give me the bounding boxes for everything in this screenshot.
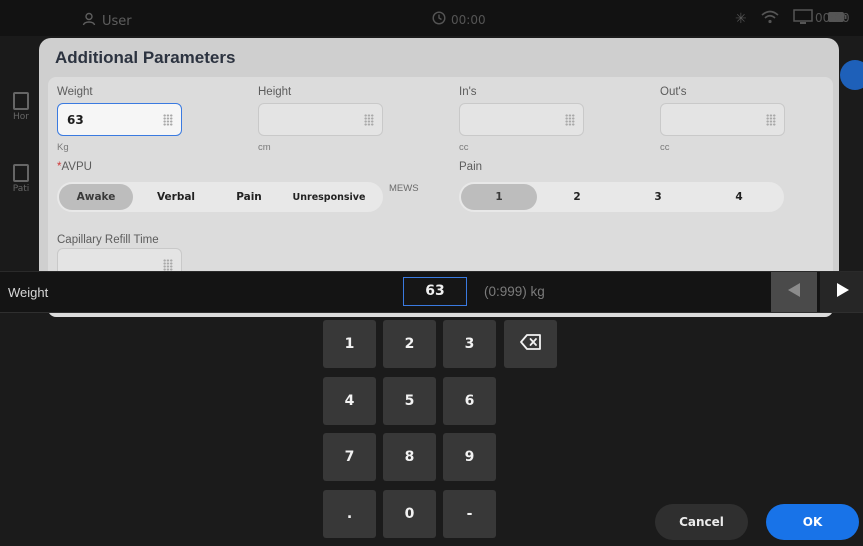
avpu-selector: Awake Verbal Pain Unresponsive: [57, 182, 383, 212]
sidebar-item-home[interactable]: Hor: [4, 92, 38, 122]
home-icon: [13, 92, 29, 110]
ins-unit: cc: [459, 142, 469, 153]
height-unit: cm: [258, 142, 271, 153]
key-9[interactable]: 9: [443, 433, 496, 481]
input-field-name: Weight: [8, 285, 49, 300]
weight-value: 63: [67, 113, 84, 127]
outs-label: Out's: [660, 86, 687, 98]
weight-field[interactable]: 63: [57, 103, 182, 136]
numeric-input-bar: Weight 63 (0:999) kg: [0, 271, 863, 313]
key-3[interactable]: 3: [443, 320, 496, 368]
avpu-label-text: AVPU: [61, 161, 92, 173]
avpu-option-awake[interactable]: Awake: [59, 184, 133, 210]
sidebar-item-patient[interactable]: Pati: [4, 164, 38, 194]
key-0[interactable]: 0: [383, 490, 436, 538]
user-indicator: User: [82, 12, 132, 30]
clock: 00:00: [432, 11, 486, 28]
previous-field-button[interactable]: [771, 272, 817, 312]
additional-parameters-dialog: Additional Parameters Weight 63 Kg Heigh…: [39, 38, 839, 317]
key-2[interactable]: 2: [383, 320, 436, 368]
wifi-icon: [761, 10, 779, 28]
status-time: 00:00: [815, 11, 850, 25]
keypad-icon: [163, 114, 173, 126]
key-5[interactable]: 5: [383, 377, 436, 425]
backspace-icon: [519, 334, 542, 354]
key-6[interactable]: 6: [443, 377, 496, 425]
ins-field[interactable]: [459, 103, 584, 136]
key-decimal[interactable]: .: [323, 490, 376, 538]
sidebar-item-label: Pati: [12, 184, 30, 194]
status-bar: User 00:00 ✳ 00:00: [0, 0, 863, 36]
clock-time: 00:00: [451, 12, 486, 27]
backspace-button[interactable]: [504, 320, 557, 368]
keypad-icon: [766, 114, 776, 126]
keypad-icon: [163, 259, 173, 271]
avpu-option-pain[interactable]: Pain: [219, 184, 279, 210]
height-field[interactable]: [258, 103, 383, 136]
key-minus[interactable]: -: [443, 490, 496, 538]
triangle-right-icon: [835, 282, 851, 302]
key-4[interactable]: 4: [323, 377, 376, 425]
weight-unit: Kg: [57, 142, 69, 153]
outs-field[interactable]: [660, 103, 785, 136]
input-value-display[interactable]: 63: [403, 277, 467, 306]
next-field-button[interactable]: [820, 272, 863, 312]
height-label: Height: [258, 86, 292, 98]
app-root: User 00:00 ✳ 00:00 Hor Pati Additional P…: [0, 0, 863, 546]
sidebar: Hor Pati: [0, 36, 40, 276]
pain-option-4[interactable]: 4: [699, 184, 779, 210]
input-range-hint: (0:999) kg: [484, 284, 545, 299]
key-8[interactable]: 8: [383, 433, 436, 481]
patient-icon: [13, 164, 29, 182]
sidebar-item-label: Hor: [13, 112, 29, 122]
pain-option-1[interactable]: 1: [461, 184, 537, 210]
dialog-title: Additional Parameters: [55, 48, 236, 67]
ok-button[interactable]: OK: [766, 504, 859, 540]
pain-option-3[interactable]: 3: [617, 184, 699, 210]
avpu-label: *AVPU: [57, 161, 92, 173]
keypad-icon: [364, 114, 374, 126]
key-1[interactable]: 1: [323, 320, 376, 368]
avpu-option-verbal[interactable]: Verbal: [133, 184, 219, 210]
key-7[interactable]: 7: [323, 433, 376, 481]
mews-label: MEWS: [389, 183, 419, 194]
pain-label: Pain: [459, 161, 483, 173]
avpu-option-unresponsive[interactable]: Unresponsive: [279, 184, 379, 210]
clock-icon: [432, 11, 446, 28]
cancel-button[interactable]: Cancel: [655, 504, 748, 540]
capillary-refill-label: Capillary Refill Time: [57, 234, 159, 246]
weight-label: Weight: [57, 86, 93, 98]
user-icon: [82, 12, 96, 30]
pain-selector: 1 2 3 4: [459, 182, 784, 212]
monitor-icon: [792, 9, 813, 29]
triangle-left-icon: [786, 282, 802, 302]
pain-option-2[interactable]: 2: [537, 184, 617, 210]
background-action-button: [840, 60, 863, 90]
user-name: User: [102, 13, 132, 29]
outs-unit: cc: [660, 142, 670, 153]
keypad-icon: [565, 114, 575, 126]
ins-label: In's: [459, 86, 477, 98]
snowflake-icon: ✳: [735, 11, 747, 27]
